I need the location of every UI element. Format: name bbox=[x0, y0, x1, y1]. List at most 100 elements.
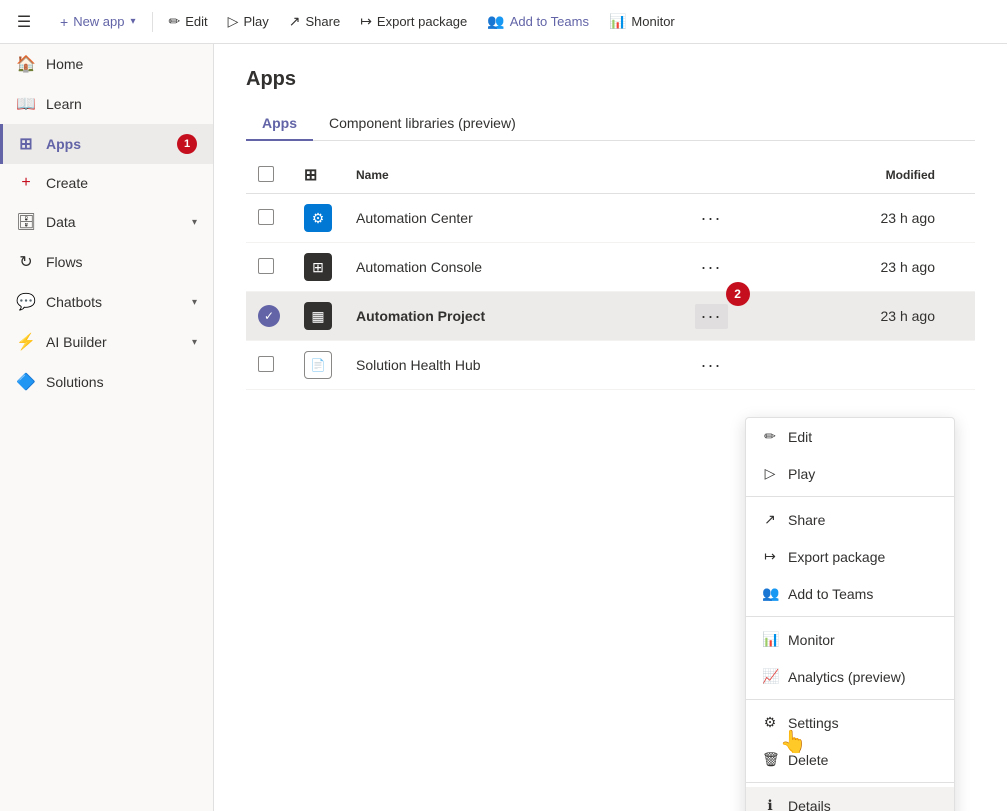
ai-builder-chevron-icon: ▾ bbox=[192, 337, 197, 348]
sidebar-item-chatbots[interactable]: 💬 Chatbots ▾ bbox=[0, 282, 213, 322]
row3-check-cell: ✓ bbox=[246, 292, 292, 341]
row3-icon-cell: ▦ bbox=[292, 292, 344, 341]
sidebar-item-data-label: Data bbox=[46, 214, 76, 230]
context-menu-sep-2 bbox=[746, 616, 954, 617]
sidebar-item-home[interactable]: 🏠 Home bbox=[0, 44, 213, 84]
col-header-dots bbox=[683, 157, 740, 194]
context-delete-icon: 🗑 bbox=[762, 751, 778, 768]
context-menu-add-to-teams[interactable]: 👥 Add to Teams bbox=[746, 575, 954, 612]
context-menu-play[interactable]: ▷ Play bbox=[746, 455, 954, 492]
row3-dots-cell: ··· 2 bbox=[683, 292, 740, 341]
hamburger-button[interactable]: ☰ bbox=[8, 6, 40, 38]
sidebar-item-learn[interactable]: 📖 Learn bbox=[0, 84, 213, 124]
row2-checkbox[interactable] bbox=[258, 258, 274, 274]
table-row: ⚙ Automation Center ··· 23 h ago bbox=[246, 194, 975, 243]
main-layout: 🏠 Home 📖 Learn ⊞ Apps 1 + Create 🗄 Data … bbox=[0, 44, 1007, 811]
share-button[interactable]: ↗ Share bbox=[281, 8, 348, 35]
row3-name-cell[interactable]: Automation Project bbox=[344, 292, 683, 341]
share-icon: ↗ bbox=[289, 13, 301, 30]
chatbots-icon: 💬 bbox=[16, 292, 36, 312]
row1-more-options-button[interactable]: ··· bbox=[695, 206, 728, 231]
context-menu-details[interactable]: ℹ Details bbox=[746, 787, 954, 811]
row2-modified-cell: 23 h ago bbox=[740, 243, 975, 292]
context-menu-export-package[interactable]: ↦ Export package bbox=[746, 538, 954, 575]
sidebar-item-data[interactable]: 🗄 Data ▾ bbox=[0, 202, 213, 242]
sidebar-item-solutions[interactable]: 🔷 Solutions bbox=[0, 362, 213, 402]
content-wrapper: ⊞ Name Modified bbox=[246, 157, 975, 787]
tab-apps[interactable]: Apps bbox=[246, 107, 313, 141]
row3-more-options-button[interactable]: ··· bbox=[695, 304, 728, 329]
table-row: ⊞ Automation Console ··· 23 h ago bbox=[246, 243, 975, 292]
sidebar-item-ai-builder[interactable]: ⚡ AI Builder ▾ bbox=[0, 322, 213, 362]
tab-component-libraries[interactable]: Component libraries (preview) bbox=[313, 107, 532, 141]
context-menu-edit[interactable]: ✏ Edit bbox=[746, 418, 954, 455]
monitor-button[interactable]: 📊 Monitor bbox=[601, 8, 683, 35]
chatbots-chevron-icon: ▾ bbox=[192, 297, 197, 308]
context-play-icon: ▷ bbox=[762, 465, 778, 482]
data-icon: 🗄 bbox=[16, 212, 36, 232]
row4-checkbox[interactable] bbox=[258, 356, 274, 372]
data-chevron-icon: ▾ bbox=[192, 217, 197, 228]
sidebar-item-create[interactable]: + Create bbox=[0, 164, 213, 202]
row4-modified-cell bbox=[740, 341, 975, 390]
sidebar-item-learn-label: Learn bbox=[46, 96, 82, 112]
sidebar-item-chatbots-label: Chatbots bbox=[46, 294, 102, 310]
edit-icon: ✏ bbox=[169, 13, 181, 30]
apps-badge: 1 bbox=[177, 134, 197, 154]
play-button[interactable]: ▷ Play bbox=[220, 8, 277, 35]
row1-dots-cell: ··· bbox=[683, 194, 740, 243]
play-label: Play bbox=[243, 14, 268, 29]
context-menu-sep-4 bbox=[746, 782, 954, 783]
sidebar-item-create-label: Create bbox=[46, 175, 88, 191]
table-row: 📄 Solution Health Hub ··· bbox=[246, 341, 975, 390]
select-all-checkbox[interactable] bbox=[258, 166, 274, 182]
row4-check-cell bbox=[246, 341, 292, 390]
edit-button[interactable]: ✏ Edit bbox=[161, 8, 216, 35]
table-row: ✓ ▦ Automation Project ··· 2 bbox=[246, 292, 975, 341]
page-title: Apps bbox=[246, 68, 975, 91]
row3-selected-indicator: ✓ bbox=[258, 305, 280, 327]
context-menu-monitor[interactable]: 📊 Monitor bbox=[746, 621, 954, 658]
row1-checkbox[interactable] bbox=[258, 209, 274, 225]
context-menu-sep-3 bbox=[746, 699, 954, 700]
context-teams-icon: 👥 bbox=[762, 585, 778, 602]
toolbar-separator-1 bbox=[152, 12, 153, 32]
context-menu-delete[interactable]: 🗑 Delete bbox=[746, 741, 954, 778]
table-icon-header: ⊞ bbox=[304, 167, 317, 184]
row3-app-icon: ▦ bbox=[304, 302, 332, 330]
context-analytics-icon: 📈 bbox=[762, 668, 778, 685]
edit-label: Edit bbox=[185, 14, 207, 29]
add-to-teams-label: Add to Teams bbox=[510, 14, 589, 29]
context-menu-analytics[interactable]: 📈 Analytics (preview) bbox=[746, 658, 954, 695]
sidebar-item-apps[interactable]: ⊞ Apps 1 bbox=[0, 124, 213, 164]
context-settings-icon: ⚙ bbox=[762, 714, 778, 731]
row1-icon-cell: ⚙ bbox=[292, 194, 344, 243]
col-header-check bbox=[246, 157, 292, 194]
row3-modified-cell: 23 h ago bbox=[740, 292, 975, 341]
sidebar: 🏠 Home 📖 Learn ⊞ Apps 1 + Create 🗄 Data … bbox=[0, 44, 214, 811]
context-menu-share[interactable]: ↗ Share bbox=[746, 501, 954, 538]
row4-dots-cell: ··· bbox=[683, 341, 740, 390]
export-icon: ↦ bbox=[360, 13, 372, 30]
sidebar-item-flows[interactable]: ↻ Flows bbox=[0, 242, 213, 282]
row1-modified-cell: 23 h ago bbox=[740, 194, 975, 243]
row4-app-icon: 📄 bbox=[304, 351, 332, 379]
sidebar-item-home-label: Home bbox=[46, 56, 83, 72]
row2-name-cell[interactable]: Automation Console bbox=[344, 243, 683, 292]
sidebar-item-apps-label: Apps bbox=[46, 136, 81, 152]
row4-more-options-button[interactable]: ··· bbox=[695, 353, 728, 378]
context-menu-settings[interactable]: ⚙ Settings bbox=[746, 704, 954, 741]
content-area: Apps Apps Component libraries (preview) bbox=[214, 44, 1007, 811]
new-app-label: New app bbox=[73, 14, 124, 29]
col-header-icon: ⊞ bbox=[292, 157, 344, 194]
row2-check-cell bbox=[246, 243, 292, 292]
monitor-icon: 📊 bbox=[609, 13, 626, 30]
row1-name-cell[interactable]: Automation Center bbox=[344, 194, 683, 243]
export-package-button[interactable]: ↦ Export package bbox=[352, 8, 475, 35]
row1-check-cell bbox=[246, 194, 292, 243]
add-to-teams-button[interactable]: 👥 Add to Teams bbox=[479, 8, 597, 35]
new-app-button[interactable]: + New app ▾ bbox=[52, 9, 144, 35]
row4-name-cell[interactable]: Solution Health Hub bbox=[344, 341, 683, 390]
row2-more-options-button[interactable]: ··· bbox=[695, 255, 728, 280]
context-share-icon: ↗ bbox=[762, 511, 778, 528]
